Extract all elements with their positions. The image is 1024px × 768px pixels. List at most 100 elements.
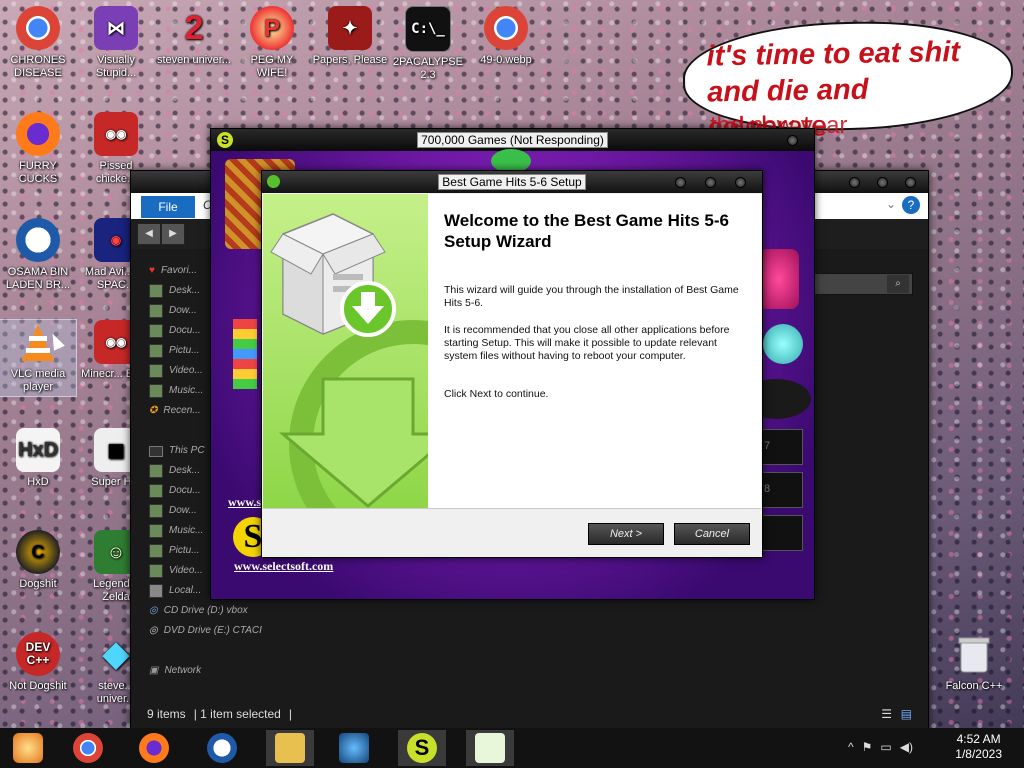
- bubble-line-2a: and die and: [706, 73, 869, 109]
- devcpp-icon: DEV C++: [16, 632, 60, 676]
- selectsoft-icon: S: [217, 132, 233, 148]
- desktop-icon-label: Falcon C++: [945, 680, 1003, 692]
- desktop-icon-label: OSAMA BIN LADEN BR...: [5, 266, 71, 291]
- wizard-content: Welcome to the Best Game Hits 5-6 Setup …: [428, 194, 761, 508]
- clock-date: 1/8/2023: [955, 747, 1002, 761]
- chevron-up-icon[interactable]: ^: [848, 740, 854, 754]
- game-tile[interactable]: 8: [759, 472, 803, 508]
- taskbar-obama[interactable]: [198, 730, 246, 766]
- game-tile[interactable]: [759, 515, 803, 551]
- wizard-footer: Next > Cancel: [263, 508, 761, 557]
- desktop-icon-osama[interactable]: OSAMA BIN LADEN BR...: [0, 218, 76, 292]
- wizard-text-continue: Click Next to continue.: [444, 388, 549, 400]
- taskbar-network[interactable]: [330, 730, 378, 766]
- folder-icon: [149, 304, 163, 318]
- search-icon[interactable]: ⌕: [887, 275, 909, 293]
- game-art-candy: [759, 249, 799, 309]
- app-icon: 2: [184, 8, 204, 47]
- desktop-icon-label: PEG MY WIFE!: [250, 54, 294, 79]
- installer-icon: [475, 733, 505, 763]
- setup-icon: [267, 175, 280, 188]
- taskbar-installer[interactable]: [466, 730, 514, 766]
- folder-icon: [149, 284, 163, 298]
- network-status-icon[interactable]: ▭: [880, 740, 891, 754]
- desktop-icon-label: Dogshit: [19, 578, 57, 590]
- hxd-icon: HxD: [16, 428, 60, 472]
- desktop-icon-visual-studio[interactable]: ⋈ Visually Stupid...: [78, 6, 154, 80]
- taskbar-selectsoft[interactable]: S: [398, 730, 446, 766]
- heart-icon: ♥: [149, 265, 155, 276]
- wizard-heading: Welcome to the Best Game Hits 5-6 Setup …: [444, 211, 729, 251]
- taskbar-explorer[interactable]: [266, 730, 314, 766]
- cancel-button[interactable]: Cancel: [674, 523, 750, 545]
- flag-icon[interactable]: ⚑: [862, 740, 873, 754]
- next-button[interactable]: Next >: [588, 523, 664, 545]
- taskbar-chrome[interactable]: [64, 730, 112, 766]
- desktop-icon-papers-please[interactable]: ✦ Papers, Please: [312, 6, 388, 67]
- game-art-potion: [763, 324, 803, 364]
- game-titlebar[interactable]: S 700,000 Games (Not Responding): [211, 129, 814, 151]
- taskbar-app[interactable]: [4, 730, 52, 766]
- recent-icon: ✪: [149, 405, 158, 416]
- folder-icon: [149, 504, 163, 518]
- wizard-text-intro: This wizard will guide you through the i…: [444, 284, 739, 309]
- window-title: 700,000 Games (Not Responding): [417, 132, 608, 148]
- desktop-icon-label: Not Dogshit: [9, 680, 67, 692]
- item-count: 9 items: [147, 707, 186, 721]
- desktop-icon-webp[interactable]: 49-0.webp: [468, 6, 544, 67]
- network-icon: [339, 733, 369, 763]
- system-tray: ^ ⚑ ▭ ◀): [848, 740, 913, 754]
- desktop-icon-peggle[interactable]: P PEG MY WIFE!: [234, 6, 310, 80]
- obama-icon: [16, 218, 60, 262]
- angry-birds-icon: ◉◉: [94, 112, 138, 156]
- nav-item[interactable]: ◎ CD Drive (D:) vbox: [149, 601, 309, 621]
- game-tile[interactable]: 7: [759, 429, 803, 465]
- terminal-icon: C:\_: [405, 6, 451, 52]
- desktop-icon-label: FURRY CUCKS: [18, 160, 58, 185]
- clock-time: 4:52 AM: [956, 732, 1001, 746]
- desktop-icon-chrones-disease[interactable]: CHRONES DISEASE: [0, 6, 76, 80]
- maximize-button[interactable]: [705, 177, 716, 188]
- file-tab[interactable]: File: [141, 196, 195, 218]
- maximize-button[interactable]: [877, 177, 888, 188]
- close-button[interactable]: [905, 177, 916, 188]
- setup-wizard-window[interactable]: Best Game Hits 5-6 Setup Welcome to the: [261, 170, 763, 558]
- desktop-icon-falcon-cpp[interactable]: Falcon C++: [936, 632, 1012, 693]
- setup-titlebar[interactable]: Best Game Hits 5-6 Setup: [262, 171, 762, 193]
- selectsoft-link[interactable]: www.selectsoft.com: [234, 559, 333, 574]
- volume-icon[interactable]: ◀): [900, 740, 913, 754]
- nav-item-network[interactable]: ▣ Network: [149, 661, 309, 681]
- desktop-icon-vlc[interactable]: VLC media player: [0, 319, 77, 397]
- nav-item[interactable]: ◎ DVD Drive (E:) CTACI: [149, 621, 309, 641]
- visual-studio-icon: ⋈: [94, 6, 138, 50]
- cpp-icon: C: [16, 530, 60, 574]
- folder-icon: [149, 364, 163, 378]
- close-button[interactable]: [787, 135, 798, 146]
- minimize-button[interactable]: [849, 177, 860, 188]
- close-button[interactable]: [735, 177, 746, 188]
- selectsoft-icon: S: [407, 733, 437, 763]
- devcpp-icon-label: DEV C++: [25, 640, 51, 667]
- peggle-icon: P: [250, 6, 294, 50]
- desktop-icon-label: steven univer...: [157, 54, 231, 66]
- desktop-icon-not-dogshit[interactable]: DEV C++ Not Dogshit: [0, 632, 76, 693]
- folder-icon: [149, 464, 163, 478]
- desktop-icon-hxd[interactable]: HxD HxD: [0, 428, 76, 489]
- forward-button[interactable]: ▶: [161, 223, 185, 245]
- window-title: Best Game Hits 5-6 Setup: [438, 174, 586, 190]
- selectsoft-link-top[interactable]: www.s: [228, 495, 261, 510]
- minimize-button[interactable]: [675, 177, 686, 188]
- details-view-icon[interactable]: ☰: [881, 699, 892, 729]
- help-icon[interactable]: ?: [902, 196, 920, 214]
- desktop-icon-furry-cucks[interactable]: FURRY CUCKS: [0, 112, 76, 186]
- desktop-icon-steven-universe[interactable]: 2 steven univer...: [156, 6, 232, 67]
- back-button[interactable]: ◀: [137, 223, 161, 245]
- taskbar-firefox[interactable]: [130, 730, 178, 766]
- chevron-down-icon[interactable]: ⌄: [886, 197, 896, 211]
- tiles-view-icon[interactable]: ▤: [901, 699, 912, 729]
- desktop-icon-dogshit[interactable]: C Dogshit: [0, 530, 76, 591]
- clock[interactable]: 4:52 AM 1/8/2023: [955, 732, 1002, 762]
- desktop-icon-label: Visually Stupid...: [95, 54, 137, 79]
- game-icon: ✦: [328, 6, 372, 50]
- desktop-icon-2pacalypse[interactable]: C:\_ 2PACALYPSE 2.3: [390, 6, 466, 82]
